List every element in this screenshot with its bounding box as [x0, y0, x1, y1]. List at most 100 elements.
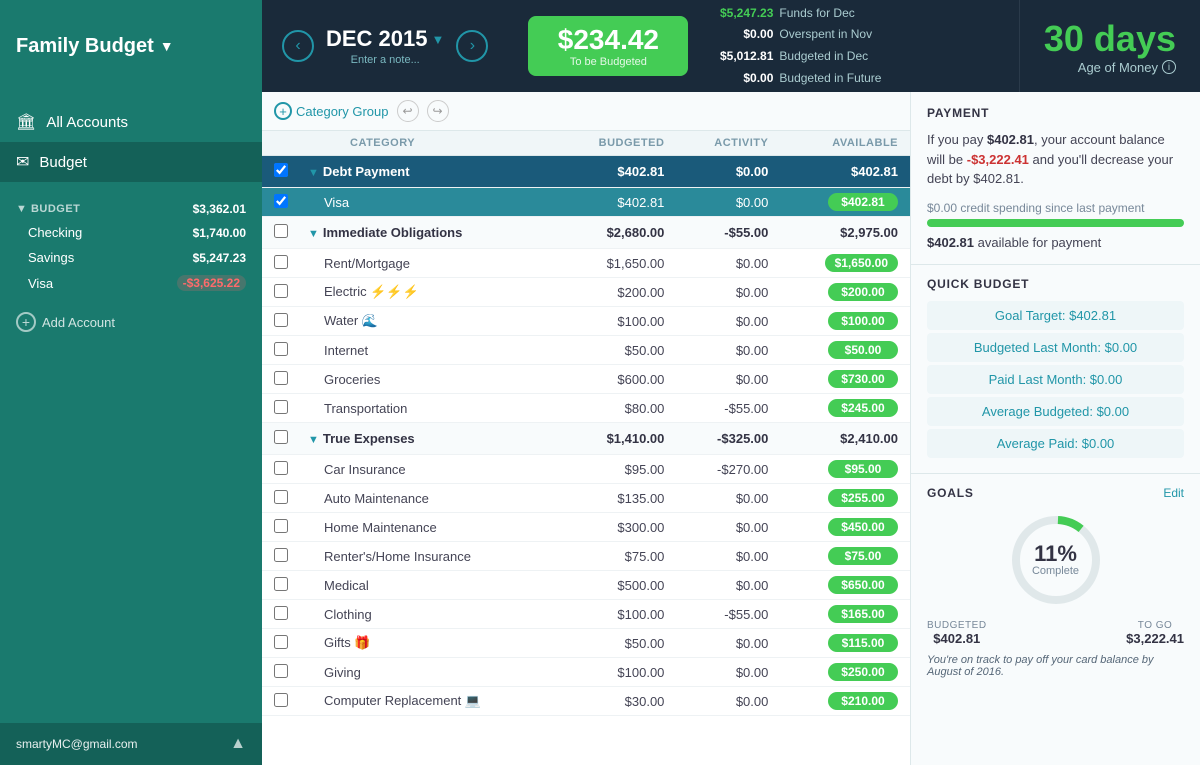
budget-amount: $234.42: [546, 24, 670, 56]
item-budgeted-cell: $30.00: [557, 687, 676, 716]
add-account-button[interactable]: + Add Account: [0, 302, 262, 342]
item-checkbox[interactable]: [274, 548, 288, 562]
item-check-cell[interactable]: [262, 188, 300, 217]
table-row[interactable]: Water 🌊 $100.00 $0.00 $100.00: [262, 307, 910, 336]
sync-icon[interactable]: ▲: [230, 735, 246, 753]
item-checkbox[interactable]: [274, 313, 288, 327]
add-category-button[interactable]: + Category Group: [274, 102, 389, 120]
item-check-cell[interactable]: [262, 365, 300, 394]
qb-paid-last[interactable]: Paid Last Month: $0.00: [927, 365, 1184, 394]
item-check-cell[interactable]: [262, 687, 300, 716]
table-row[interactable]: Auto Maintenance $135.00 $0.00 $255.00: [262, 484, 910, 513]
table-row[interactable]: Clothing $100.00 -$55.00 $165.00: [262, 600, 910, 629]
group-check-cell[interactable]: [262, 423, 300, 455]
item-checkbox[interactable]: [274, 400, 288, 414]
item-checkbox[interactable]: [274, 519, 288, 533]
month-dropdown-icon[interactable]: ▼: [432, 32, 445, 47]
item-check-cell[interactable]: [262, 336, 300, 365]
group-checkbox[interactable]: [274, 430, 288, 444]
table-row[interactable]: Home Maintenance $300.00 $0.00 $450.00: [262, 513, 910, 542]
item-activity-cell: $0.00: [676, 278, 780, 307]
group-checkbox[interactable]: [274, 224, 288, 238]
funds-row-4: $0.00 Budgeted in Future: [708, 68, 881, 90]
item-checkbox[interactable]: [274, 693, 288, 707]
item-checkbox[interactable]: [274, 284, 288, 298]
item-check-cell[interactable]: [262, 600, 300, 629]
collapse-icon[interactable]: ▼: [308, 228, 319, 240]
budget-nav-item[interactable]: ✉ Budget: [0, 142, 262, 182]
item-checkbox[interactable]: [274, 577, 288, 591]
item-check-cell[interactable]: [262, 307, 300, 336]
item-check-cell[interactable]: [262, 571, 300, 600]
enter-note[interactable]: Enter a note...: [326, 54, 444, 66]
table-row[interactable]: Renter's/Home Insurance $75.00 $0.00 $75…: [262, 542, 910, 571]
available-badge: $450.00: [828, 518, 898, 536]
table-row[interactable]: Computer Replacement 💻 $30.00 $0.00 $210…: [262, 687, 910, 716]
credit-label: $0.00 credit spending since last payment: [927, 201, 1184, 215]
item-name-cell: Car Insurance: [300, 455, 557, 484]
age-money-area: 30 days Age of Money i: [1019, 0, 1200, 92]
redo-button[interactable]: ↪: [427, 100, 449, 122]
funds-area: $5,247.23 Funds for Dec $0.00 Overspent …: [708, 3, 881, 89]
table-row[interactable]: Gifts 🎁 $50.00 $0.00 $115.00: [262, 629, 910, 658]
item-check-cell[interactable]: [262, 484, 300, 513]
table-row[interactable]: Groceries $600.00 $0.00 $730.00: [262, 365, 910, 394]
group-row[interactable]: ▼True Expenses $1,410.00 -$325.00 $2,410…: [262, 423, 910, 455]
item-check-cell[interactable]: [262, 629, 300, 658]
item-checkbox[interactable]: [274, 461, 288, 475]
goal-percent-area: 11% Complete: [1032, 543, 1079, 577]
savings-account[interactable]: Savings $5,247.23: [0, 245, 262, 270]
group-checkbox[interactable]: [274, 163, 288, 177]
item-checkbox[interactable]: [274, 255, 288, 269]
table-row[interactable]: Medical $500.00 $0.00 $650.00: [262, 571, 910, 600]
item-check-cell[interactable]: [262, 542, 300, 571]
visa-account[interactable]: Visa -$3,625.22: [0, 270, 262, 296]
section-label: ▼ BUDGET: [16, 203, 80, 215]
item-checkbox[interactable]: [274, 194, 288, 208]
qb-avg-budgeted[interactable]: Average Budgeted: $0.00: [927, 397, 1184, 426]
item-checkbox[interactable]: [274, 635, 288, 649]
top-header: Family Budget ▼ ‹ DEC 2015 ▼ Enter a not…: [0, 0, 1200, 92]
item-check-cell[interactable]: [262, 658, 300, 687]
table-row[interactable]: Internet $50.00 $0.00 $50.00: [262, 336, 910, 365]
collapse-icon[interactable]: ▼: [308, 167, 319, 179]
group-row[interactable]: ▼Debt Payment $402.81 $0.00 $402.81: [262, 156, 910, 188]
item-check-cell[interactable]: [262, 249, 300, 278]
item-checkbox[interactable]: [274, 371, 288, 385]
qb-avg-paid[interactable]: Average Paid: $0.00: [927, 429, 1184, 458]
item-checkbox[interactable]: [274, 490, 288, 504]
item-checkbox[interactable]: [274, 664, 288, 678]
info-icon[interactable]: i: [1162, 60, 1176, 74]
item-check-cell[interactable]: [262, 455, 300, 484]
group-budgeted-cell: $1,410.00: [557, 423, 676, 455]
table-row[interactable]: Giving $100.00 $0.00 $250.00: [262, 658, 910, 687]
table-row[interactable]: Visa $402.81 $0.00 $402.81: [262, 188, 910, 217]
checking-account[interactable]: Checking $1,740.00: [0, 220, 262, 245]
group-check-cell[interactable]: [262, 217, 300, 249]
item-check-cell[interactable]: [262, 394, 300, 423]
item-check-cell[interactable]: [262, 513, 300, 542]
all-accounts-item[interactable]: 🏛 All Accounts: [0, 102, 262, 142]
item-name-cell: Giving: [300, 658, 557, 687]
prev-month-button[interactable]: ‹: [282, 30, 314, 62]
activity-header: ACTIVITY: [676, 131, 780, 156]
undo-button[interactable]: ↩: [397, 100, 419, 122]
next-month-button[interactable]: ›: [456, 30, 488, 62]
item-checkbox[interactable]: [274, 342, 288, 356]
collapse-icon[interactable]: ▼: [308, 434, 319, 446]
item-available-cell: $165.00: [780, 600, 910, 629]
item-checkbox[interactable]: [274, 606, 288, 620]
item-check-cell[interactable]: [262, 278, 300, 307]
qb-goal-target[interactable]: Goal Target: $402.81: [927, 301, 1184, 330]
table-row[interactable]: Rent/Mortgage $1,650.00 $0.00 $1,650.00: [262, 249, 910, 278]
qb-budgeted-last[interactable]: Budgeted Last Month: $0.00: [927, 333, 1184, 362]
budget-nav-label: Budget: [39, 154, 87, 171]
group-row[interactable]: ▼Immediate Obligations $2,680.00 -$55.00…: [262, 217, 910, 249]
dropdown-icon[interactable]: ▼: [160, 38, 174, 54]
credit-bar-area: $0.00 credit spending since last payment: [927, 201, 1184, 227]
edit-button[interactable]: Edit: [1163, 486, 1184, 500]
table-row[interactable]: Car Insurance $95.00 -$270.00 $95.00: [262, 455, 910, 484]
group-check-cell[interactable]: [262, 156, 300, 188]
table-row[interactable]: Transportation $80.00 -$55.00 $245.00: [262, 394, 910, 423]
table-row[interactable]: Electric ⚡⚡⚡ $200.00 $0.00 $200.00: [262, 278, 910, 307]
